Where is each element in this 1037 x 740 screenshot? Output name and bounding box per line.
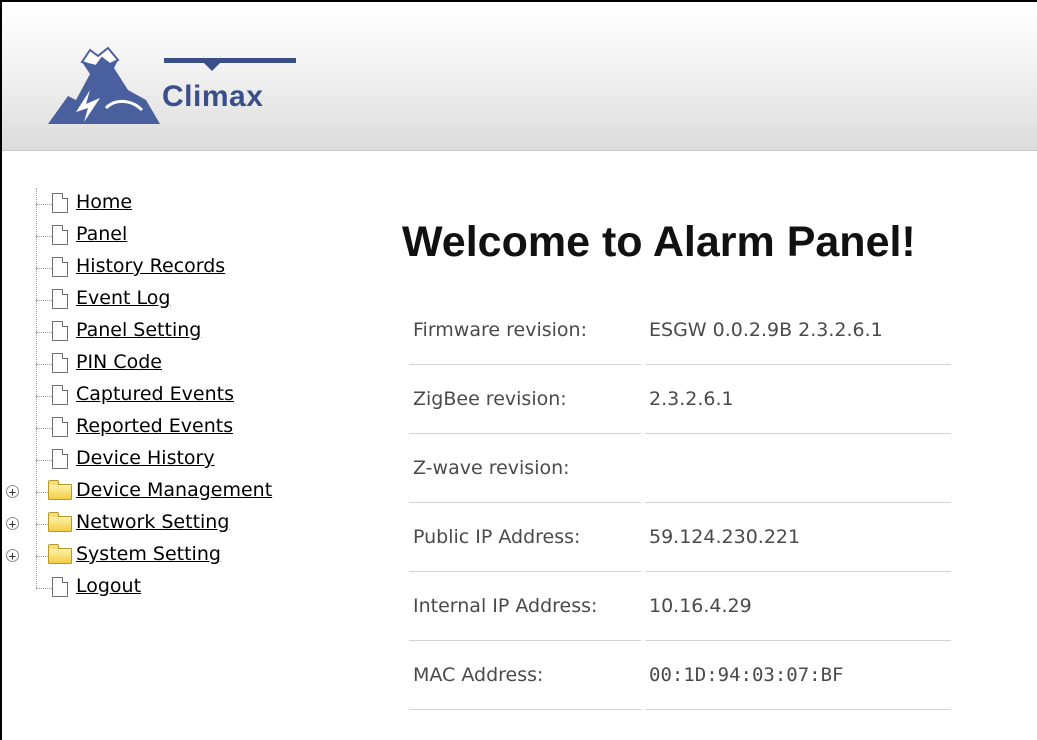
logo-text: Climax [162, 80, 264, 113]
sidebar-item-history-records[interactable]: History Records [0, 252, 330, 284]
sidebar-item-home[interactable]: Home [0, 188, 330, 220]
info-row: Public IP Address: 59.124.230.221 [409, 503, 951, 572]
tree-branch-line [36, 300, 52, 301]
tree-branch-line [36, 428, 52, 429]
sidebar-item-label[interactable]: Event Log [76, 287, 170, 309]
info-row: Z-wave revision: [409, 434, 951, 503]
folder-icon [48, 544, 72, 564]
info-row: MAC Address: 00:1D:94:03:07:BF [409, 641, 951, 710]
info-label: Internal IP Address: [409, 572, 641, 641]
expand-plus-icon[interactable]: + [6, 485, 19, 498]
tree-branch-line [36, 268, 52, 269]
info-value [645, 434, 951, 503]
info-value: 2.3.2.6.1 [645, 365, 951, 434]
sidebar-item-event-log[interactable]: Event Log [0, 284, 330, 316]
page-icon [52, 257, 68, 277]
page-icon [52, 449, 68, 469]
sidebar-item-captured-events[interactable]: Captured Events [0, 380, 330, 412]
info-value: 00:1D:94:03:07:BF [645, 641, 951, 710]
climax-logo: Climax [46, 40, 306, 130]
info-value: 10.16.4.29 [645, 572, 951, 641]
sidebar-item-panel-setting[interactable]: Panel Setting [0, 316, 330, 348]
page-icon [52, 321, 68, 341]
sidebar-item-device-history[interactable]: Device History [0, 444, 330, 476]
sidebar-item-label[interactable]: Network Setting [76, 511, 229, 533]
info-label: ZigBee revision: [409, 365, 641, 434]
sidebar-item-label[interactable]: System Setting [76, 543, 221, 565]
folder-icon [48, 480, 72, 500]
sidebar-item-logout[interactable]: Logout [0, 572, 330, 604]
info-label: Firmware revision: [409, 296, 641, 365]
header-banner: Climax [2, 2, 1037, 151]
sidebar-item-label[interactable]: Panel Setting [76, 319, 201, 341]
info-row: Internal IP Address: 10.16.4.29 [409, 572, 951, 641]
sidebar-item-system-setting[interactable]: + System Setting [0, 540, 330, 572]
info-label: MAC Address: [409, 641, 641, 710]
tree-branch-line [36, 396, 52, 397]
sidebar-item-label[interactable]: Home [76, 191, 132, 213]
sidebar-item-label[interactable]: PIN Code [76, 351, 162, 373]
info-value: ESGW 0.0.2.9B 2.3.2.6.1 [645, 296, 951, 365]
sidebar-item-device-management[interactable]: + Device Management [0, 476, 330, 508]
sidebar-item-label[interactable]: Device History [76, 447, 215, 469]
info-row: ZigBee revision: 2.3.2.6.1 [409, 365, 951, 434]
sidebar-item-reported-events[interactable]: Reported Events [0, 412, 330, 444]
page-icon [52, 289, 68, 309]
sidebar-item-label[interactable]: Device Management [76, 479, 272, 501]
info-value: 59.124.230.221 [645, 503, 951, 572]
sidebar-item-label[interactable]: Reported Events [76, 415, 233, 437]
sidebar-item-label[interactable]: Logout [76, 575, 141, 597]
page-icon [52, 577, 68, 597]
sidebar-item-label[interactable]: Captured Events [76, 383, 234, 405]
sidebar-item-pin-code[interactable]: PIN Code [0, 348, 330, 380]
expand-plus-icon[interactable]: + [6, 549, 19, 562]
info-label: Z-wave revision: [409, 434, 641, 503]
tree-branch-line [36, 364, 52, 365]
expand-plus-icon[interactable]: + [6, 517, 19, 530]
system-info-table: Firmware revision: ESGW 0.0.2.9B 2.3.2.6.… [405, 296, 955, 710]
sidebar-item-label[interactable]: History Records [76, 255, 225, 277]
page-icon [52, 225, 68, 245]
tree-branch-line [36, 332, 52, 333]
tree-branch-line [36, 236, 52, 237]
sidebar-item-network-setting[interactable]: + Network Setting [0, 508, 330, 540]
sidebar-item-label[interactable]: Panel [76, 223, 127, 245]
page-title: Welcome to Alarm Panel! [402, 218, 916, 266]
page-icon [52, 353, 68, 373]
sidebar-item-panel[interactable]: Panel [0, 220, 330, 252]
info-label: Public IP Address: [409, 503, 641, 572]
page-icon [52, 417, 68, 437]
sidebar-tree-menu: Home Panel History Records Event Log Panel S… [0, 188, 330, 604]
page-icon [52, 193, 68, 213]
tree-branch-line [36, 204, 52, 205]
tree-branch-line [36, 460, 52, 461]
tree-branch-line [36, 588, 52, 589]
info-row: Firmware revision: ESGW 0.0.2.9B 2.3.2.6.… [409, 296, 951, 365]
folder-icon [48, 512, 72, 532]
page-icon [52, 385, 68, 405]
